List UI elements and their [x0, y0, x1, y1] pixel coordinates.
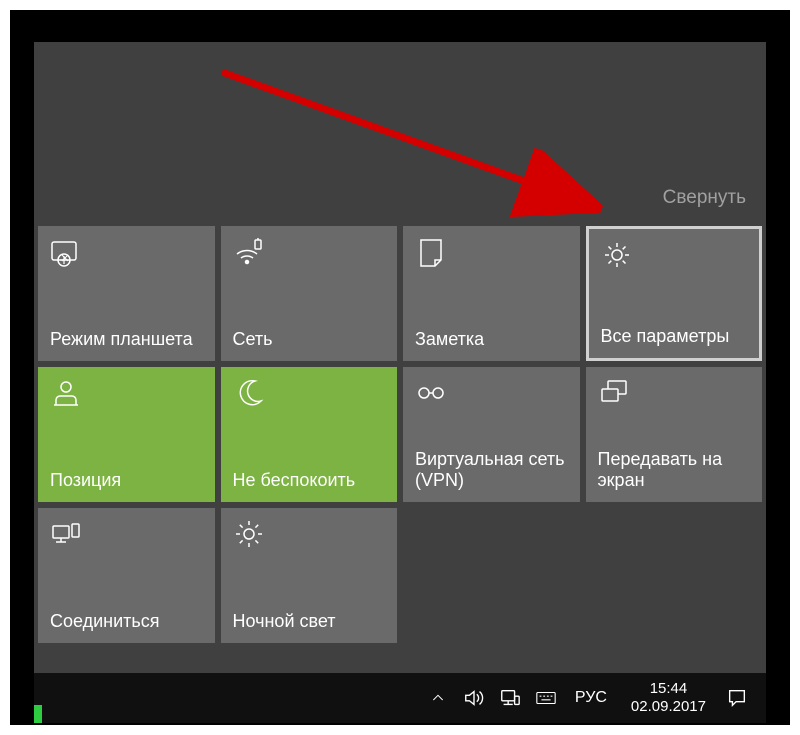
clock-date: 02.09.2017 — [631, 698, 706, 716]
network-tray-icon[interactable] — [499, 687, 521, 709]
collapse-link[interactable]: Свернуть — [663, 187, 746, 209]
tray-chevron-up-icon[interactable] — [427, 687, 449, 709]
tile-label: Не беспокоить — [233, 470, 386, 492]
volume-icon[interactable] — [463, 687, 485, 709]
tablet-icon — [50, 236, 82, 268]
clock-time: 15:44 — [631, 680, 706, 698]
tile-label: Ночной свет — [233, 611, 386, 633]
location-icon — [50, 377, 82, 409]
tile-project[interactable]: Передавать на экран — [586, 367, 763, 502]
tile-label: Соединиться — [50, 611, 203, 633]
project-icon — [598, 377, 630, 409]
screenshot-frame: Свернуть Режим планшета — [10, 10, 790, 725]
tile-label: Все параметры — [601, 326, 748, 348]
language-indicator[interactable]: РУС — [571, 689, 611, 707]
tile-connect[interactable]: Соединиться — [38, 508, 215, 643]
connect-icon — [50, 518, 82, 550]
tile-note[interactable]: Заметка — [403, 226, 580, 361]
tile-label: Передавать на экран — [598, 449, 751, 492]
tile-vpn[interactable]: Виртуальная сеть (VPN) — [403, 367, 580, 502]
tile-location[interactable]: Позиция — [38, 367, 215, 502]
tile-all-settings[interactable]: Все параметры — [586, 226, 763, 361]
gear-icon — [601, 239, 633, 271]
quick-actions-grid: Режим планшета Сеть — [38, 226, 762, 643]
tile-label: Сеть — [233, 329, 386, 351]
action-center-panel: Свернуть Режим планшета — [34, 42, 766, 673]
clock[interactable]: 15:44 02.09.2017 — [625, 680, 712, 716]
tile-tablet-mode[interactable]: Режим планшета — [38, 226, 215, 361]
tile-label: Позиция — [50, 470, 203, 492]
green-sliver — [34, 705, 42, 723]
tile-network[interactable]: Сеть — [221, 226, 398, 361]
tile-label: Режим планшета — [50, 329, 203, 351]
keyboard-icon[interactable] — [535, 687, 557, 709]
wifi-icon — [233, 236, 265, 268]
tile-quiet-hours[interactable]: Не беспокоить — [221, 367, 398, 502]
action-center-icon[interactable] — [726, 687, 748, 709]
tile-label: Виртуальная сеть (VPN) — [415, 449, 568, 492]
taskbar: РУС 15:44 02.09.2017 — [34, 673, 766, 723]
note-icon — [415, 236, 447, 268]
sun-icon — [233, 518, 265, 550]
tile-night-light[interactable]: Ночной свет — [221, 508, 398, 643]
moon-icon — [233, 377, 265, 409]
vpn-icon — [415, 377, 447, 409]
tile-label: Заметка — [415, 329, 568, 351]
